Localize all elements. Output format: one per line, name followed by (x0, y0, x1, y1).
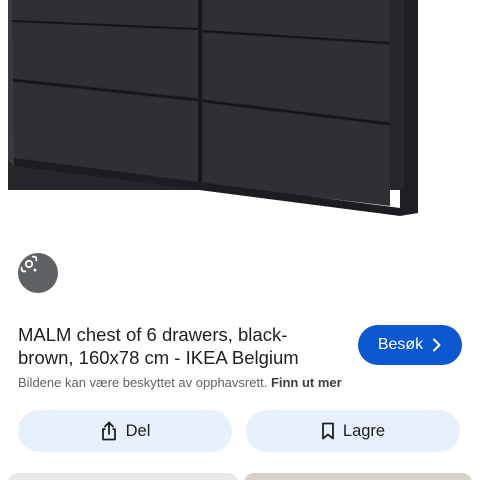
chevron-right-icon (433, 338, 441, 352)
learn-more-link[interactable]: Finn ut mer (271, 375, 342, 390)
bookmark-icon (321, 422, 334, 440)
copyright-text: Bildene kan være beskyttet av opphavsret… (18, 375, 268, 390)
product-image[interactable] (0, 0, 480, 305)
chest-of-drawers-image (8, 0, 418, 216)
related-image-thumbnail[interactable] (8, 473, 238, 480)
share-button[interactable]: Del (18, 410, 232, 452)
save-button[interactable]: Lagre (246, 410, 460, 452)
visit-button[interactable]: Besøk (358, 325, 462, 365)
related-image-thumbnail[interactable] (244, 473, 472, 480)
share-icon (101, 421, 116, 441)
google-lens-icon (20, 255, 38, 273)
visit-label: Besøk (377, 336, 424, 353)
share-label: Del (125, 421, 151, 440)
lens-button[interactable] (18, 253, 58, 293)
copyright-notice: Bildene kan være beskyttet av opphavsret… (18, 375, 342, 390)
save-label: Lagre (342, 421, 386, 440)
result-title[interactable]: MALM chest of 6 drawers, black-brown, 16… (18, 323, 338, 369)
